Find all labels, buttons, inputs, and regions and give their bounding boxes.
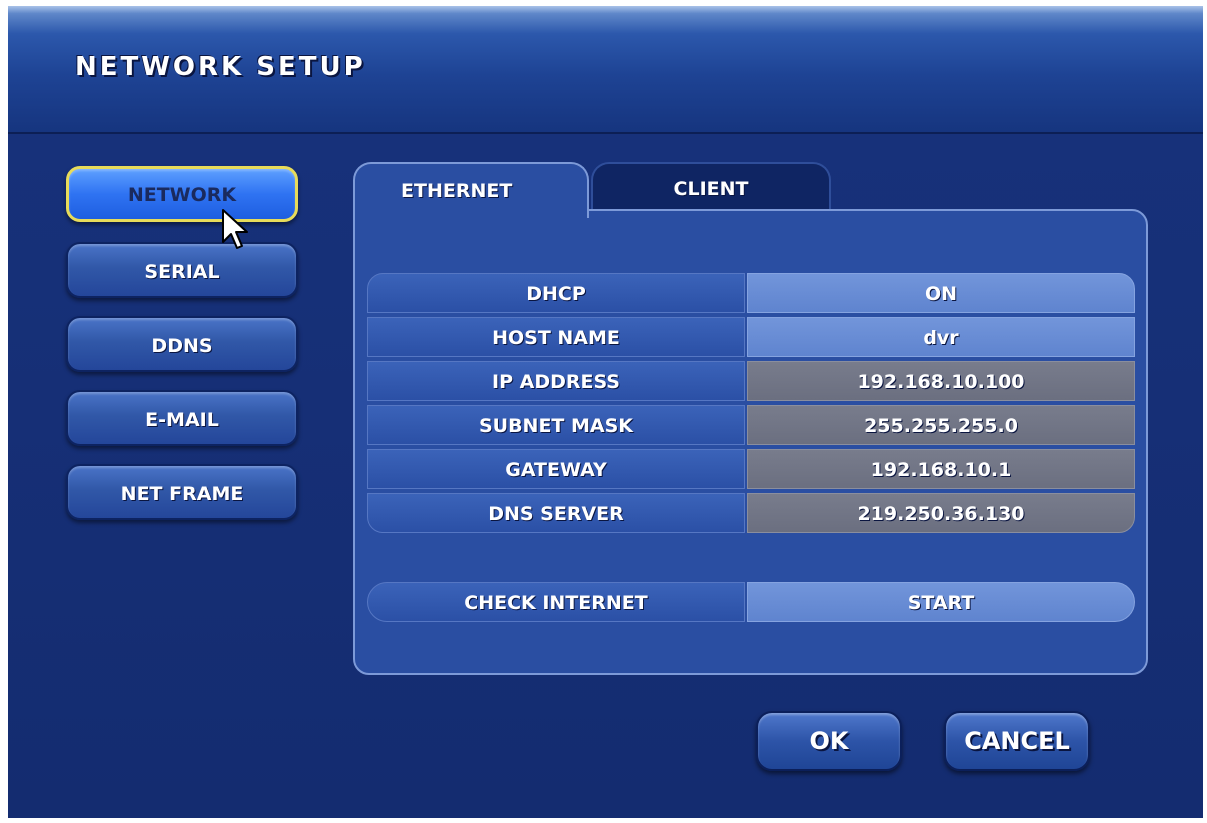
ip-address-label: IP ADDRESS <box>367 361 745 401</box>
table-row: HOST NAME dvr <box>367 315 1135 359</box>
ethernet-panel: DHCP ON HOST NAME dvr IP ADDRESS 192.168… <box>353 209 1148 675</box>
gateway-label: GATEWAY <box>367 449 745 489</box>
ip-address-field: 192.168.10.100 <box>747 361 1135 401</box>
table-row: DHCP ON <box>367 271 1135 315</box>
sidebar-item-ddns[interactable]: DDNS <box>66 316 298 372</box>
subnet-mask-field: 255.255.255.0 <box>747 405 1135 445</box>
host-name-field[interactable]: dvr <box>747 317 1135 357</box>
table-row: SUBNET MASK 255.255.255.0 <box>367 403 1135 447</box>
sidebar-item-email[interactable]: E-MAIL <box>66 390 298 446</box>
tab-client[interactable]: CLIENT <box>591 162 831 210</box>
check-internet-label: CHECK INTERNET <box>367 582 745 622</box>
ok-button[interactable]: OK <box>756 711 902 771</box>
table-row: IP ADDRESS 192.168.10.100 <box>367 359 1135 403</box>
settings-table: DHCP ON HOST NAME dvr IP ADDRESS 192.168… <box>367 271 1135 535</box>
tab-ethernet[interactable]: ETHERNET <box>353 162 589 218</box>
table-row: DNS SERVER 219.250.36.130 <box>367 491 1135 535</box>
check-internet-row: CHECK INTERNET START <box>367 580 1135 624</box>
sidebar-item-serial[interactable]: SERIAL <box>66 242 298 298</box>
subnet-mask-label: SUBNET MASK <box>367 405 745 445</box>
sidebar-item-network[interactable]: NETWORK <box>66 166 298 222</box>
dns-server-field: 219.250.36.130 <box>747 493 1135 533</box>
dhcp-label: DHCP <box>367 273 745 313</box>
dhcp-value[interactable]: ON <box>747 273 1135 313</box>
gateway-field: 192.168.10.1 <box>747 449 1135 489</box>
page-title: NETWORK SETUP <box>75 52 366 82</box>
dns-server-label: DNS SERVER <box>367 493 745 533</box>
mouse-pointer-icon <box>222 209 248 249</box>
host-name-label: HOST NAME <box>367 317 745 357</box>
title-bar: NETWORK SETUP <box>8 6 1203 134</box>
network-setup-screen: NETWORK SETUP NETWORK SERIAL DDNS E-MAIL… <box>8 6 1203 818</box>
table-row: GATEWAY 192.168.10.1 <box>367 447 1135 491</box>
sidebar-item-net-frame[interactable]: NET FRAME <box>66 464 298 520</box>
cancel-button[interactable]: CANCEL <box>944 711 1090 771</box>
start-button[interactable]: START <box>747 582 1135 622</box>
